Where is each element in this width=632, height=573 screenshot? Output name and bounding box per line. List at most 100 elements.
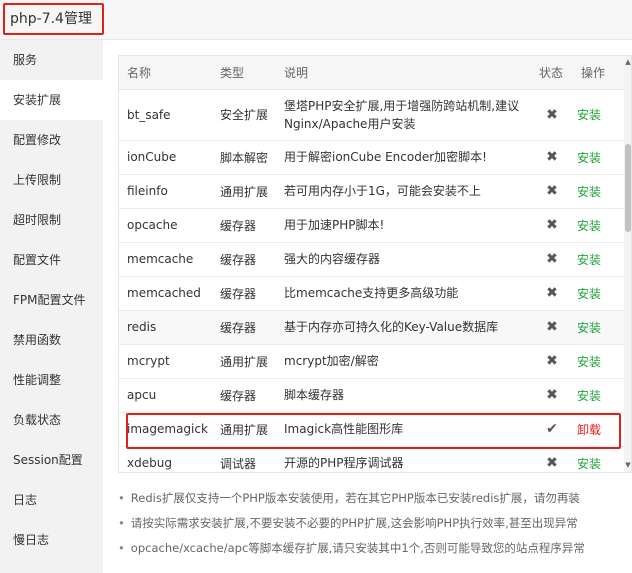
- sidebar-item[interactable]: 服务: [0, 40, 103, 80]
- extension-type: 通用扩展: [212, 344, 276, 379]
- uninstall-link[interactable]: 卸载: [577, 423, 601, 437]
- extension-description: 基于内存亦可持久化的Key-Value数据库: [276, 310, 531, 345]
- extension-action-cell: 安装: [573, 276, 624, 311]
- extension-description: 若可用内存小于1G，可能会安装不上: [276, 174, 531, 209]
- column-header-status: 状态: [531, 56, 573, 90]
- not-installed-x-icon: ✖: [531, 446, 573, 472]
- column-header-description: 说明: [276, 56, 531, 90]
- extension-description: 堡塔PHP安全扩展,用于增强防跨站机制,建议Nginx/Apache用户安装: [276, 89, 531, 141]
- extension-type: 调试器: [212, 446, 276, 472]
- install-link[interactable]: 安装: [577, 108, 601, 122]
- table-row-redis: redis 缓存器 基于内存亦可持久化的Key-Value数据库 ✖ 安装: [119, 310, 624, 345]
- table-scrollbar[interactable]: ▲ ▼: [624, 56, 631, 472]
- table-row-memcached: memcached 缓存器 比memcache支持更多高级功能 ✖ 安装: [119, 276, 624, 311]
- table-row-opcache: opcache 缓存器 用于加速PHP脚本! ✖ 安装: [119, 208, 624, 243]
- not-installed-x-icon: ✖: [531, 242, 573, 277]
- extension-description: 脚本缓存器: [276, 378, 531, 413]
- sidebar: 服务 安装扩展 配置修改 上传限制 超时限制 配置文件 FPM配置文件 禁用函数 性能调整 负载状…: [0, 40, 103, 573]
- table-row-fileinfo: fileinfo 通用扩展 若可用内存小于1G，可能会安装不上 ✖ 安装: [119, 174, 624, 209]
- sidebar-item[interactable]: 负载状态: [0, 400, 103, 440]
- sidebar-item[interactable]: 安装扩展: [0, 80, 103, 120]
- extension-type: 缓存器: [212, 242, 276, 277]
- extension-name: mcrypt: [119, 344, 212, 379]
- scrollbar-thumb[interactable]: [625, 144, 631, 232]
- not-installed-x-icon: ✖: [531, 89, 573, 141]
- extension-type: 缓存器: [212, 310, 276, 345]
- extension-name: redis: [119, 310, 212, 345]
- extension-description: 用于解密ionCube Encoder加密脚本!: [276, 140, 531, 175]
- install-link[interactable]: 安装: [577, 287, 601, 301]
- table-row-imagemagick: imagemagick 通用扩展 Imagick高性能图形库 ✔ 卸载: [119, 412, 624, 447]
- extension-name: fileinfo: [119, 174, 212, 209]
- install-link[interactable]: 安装: [577, 185, 601, 199]
- extension-type: 脚本解密: [212, 140, 276, 175]
- extension-description: 用于加速PHP脚本!: [276, 208, 531, 243]
- sidebar-item[interactable]: 超时限制: [0, 200, 103, 240]
- extension-action-cell: 卸载: [573, 412, 624, 447]
- extension-description: Imagick高性能图形库: [276, 412, 531, 447]
- table-row-ionCube: ionCube 脚本解密 用于解密ionCube Encoder加密脚本! ✖ 安装: [119, 140, 624, 175]
- table-row-xdebug: xdebug 调试器 开源的PHP程序调试器 ✖ 安装: [119, 446, 624, 472]
- extension-action-cell: 安装: [573, 310, 624, 345]
- sidebar-item[interactable]: 上传限制: [0, 160, 103, 200]
- install-link[interactable]: 安装: [577, 219, 601, 233]
- extension-action-cell: 安装: [573, 89, 624, 141]
- notes-list: • Redis扩展仅支持一个PHP版本安装使用，若在其它PHP版本已安装redis…: [118, 490, 632, 565]
- extension-action-cell: 安装: [573, 242, 624, 277]
- extension-type: 缓存器: [212, 208, 276, 243]
- bullet-icon: •: [118, 491, 125, 505]
- extension-action-cell: 安装: [573, 174, 624, 209]
- sidebar-item[interactable]: 日志: [0, 480, 103, 520]
- table-header-row: 名称 类型 说明 状态 操作: [119, 56, 624, 90]
- not-installed-x-icon: ✖: [531, 310, 573, 345]
- not-installed-x-icon: ✖: [531, 344, 573, 379]
- sidebar-item[interactable]: 配置修改: [0, 120, 103, 160]
- extension-name: bt_safe: [119, 89, 212, 141]
- extension-name: memcached: [119, 276, 212, 311]
- table-row-mcrypt: mcrypt 通用扩展 mcrypt加密/解密 ✖ 安装: [119, 344, 624, 379]
- extension-table-container: 名称 类型 说明 状态 操作 bt_safe 安全扩展 堡塔PHP安全扩展,用于增强…: [118, 55, 632, 473]
- table-row-memcache: memcache 缓存器 强大的内容缓存器 ✖ 安装: [119, 242, 624, 277]
- extension-name: memcache: [119, 242, 212, 277]
- note-item: • opcache/xcache/apc等脚本缓存扩展,请只安装其中1个,否则可能…: [118, 540, 632, 565]
- table-row-bt_safe: bt_safe 安全扩展 堡塔PHP安全扩展,用于增强防跨站机制,建议Nginx/A…: [119, 89, 624, 141]
- not-installed-x-icon: ✖: [531, 208, 573, 243]
- extension-action-cell: 安装: [573, 208, 624, 243]
- dialog-title: php-7.4管理: [10, 11, 92, 27]
- extension-table: 名称 类型 说明 状态 操作 bt_safe 安全扩展 堡塔PHP安全扩展,用于增强…: [119, 56, 624, 472]
- sidebar-item[interactable]: 性能调整: [0, 360, 103, 400]
- install-link[interactable]: 安装: [577, 389, 601, 403]
- note-item: • Redis扩展仅支持一个PHP版本安装使用，若在其它PHP版本已安装redis…: [118, 490, 632, 515]
- scroll-up-arrow-icon[interactable]: ▲: [624, 56, 631, 68]
- install-link[interactable]: 安装: [577, 253, 601, 267]
- extension-description: 开源的PHP程序调试器: [276, 446, 531, 472]
- dialog-title-bar: php-7.4管理: [0, 0, 632, 40]
- sidebar-item[interactable]: FPM配置文件: [0, 280, 103, 320]
- sidebar-item[interactable]: 慢日志: [0, 520, 103, 560]
- extension-action-cell: 安装: [573, 446, 624, 472]
- sidebar-item[interactable]: 配置文件: [0, 240, 103, 280]
- extension-description: 比memcache支持更多高级功能: [276, 276, 531, 311]
- extension-name: imagemagick: [119, 412, 212, 447]
- extension-name: opcache: [119, 208, 212, 243]
- sidebar-item[interactable]: 禁用函数: [0, 320, 103, 360]
- column-header-action: 操作: [573, 56, 624, 90]
- extension-type: 通用扩展: [212, 174, 276, 209]
- bullet-icon: •: [118, 516, 125, 530]
- extension-description: mcrypt加密/解密: [276, 344, 531, 379]
- install-link[interactable]: 安装: [577, 355, 601, 369]
- not-installed-x-icon: ✖: [531, 174, 573, 209]
- install-link[interactable]: 安装: [577, 457, 601, 471]
- scroll-down-arrow-icon[interactable]: ▼: [624, 459, 631, 471]
- extension-name: xdebug: [119, 446, 212, 472]
- table-row-apcu: apcu 缓存器 脚本缓存器 ✖ 安装: [119, 378, 624, 413]
- install-link[interactable]: 安装: [577, 321, 601, 335]
- extension-action-cell: 安装: [573, 344, 624, 379]
- sidebar-item[interactable]: Session配置: [0, 440, 103, 480]
- extension-type: 缓存器: [212, 378, 276, 413]
- extension-type: 通用扩展: [212, 412, 276, 447]
- install-link[interactable]: 安装: [577, 151, 601, 165]
- not-installed-x-icon: ✖: [531, 378, 573, 413]
- note-text: Redis扩展仅支持一个PHP版本安装使用，若在其它PHP版本已安装redis扩…: [130, 491, 580, 505]
- note-text: opcache/xcache/apc等脚本缓存扩展,请只安装其中1个,否则可能导…: [130, 541, 585, 555]
